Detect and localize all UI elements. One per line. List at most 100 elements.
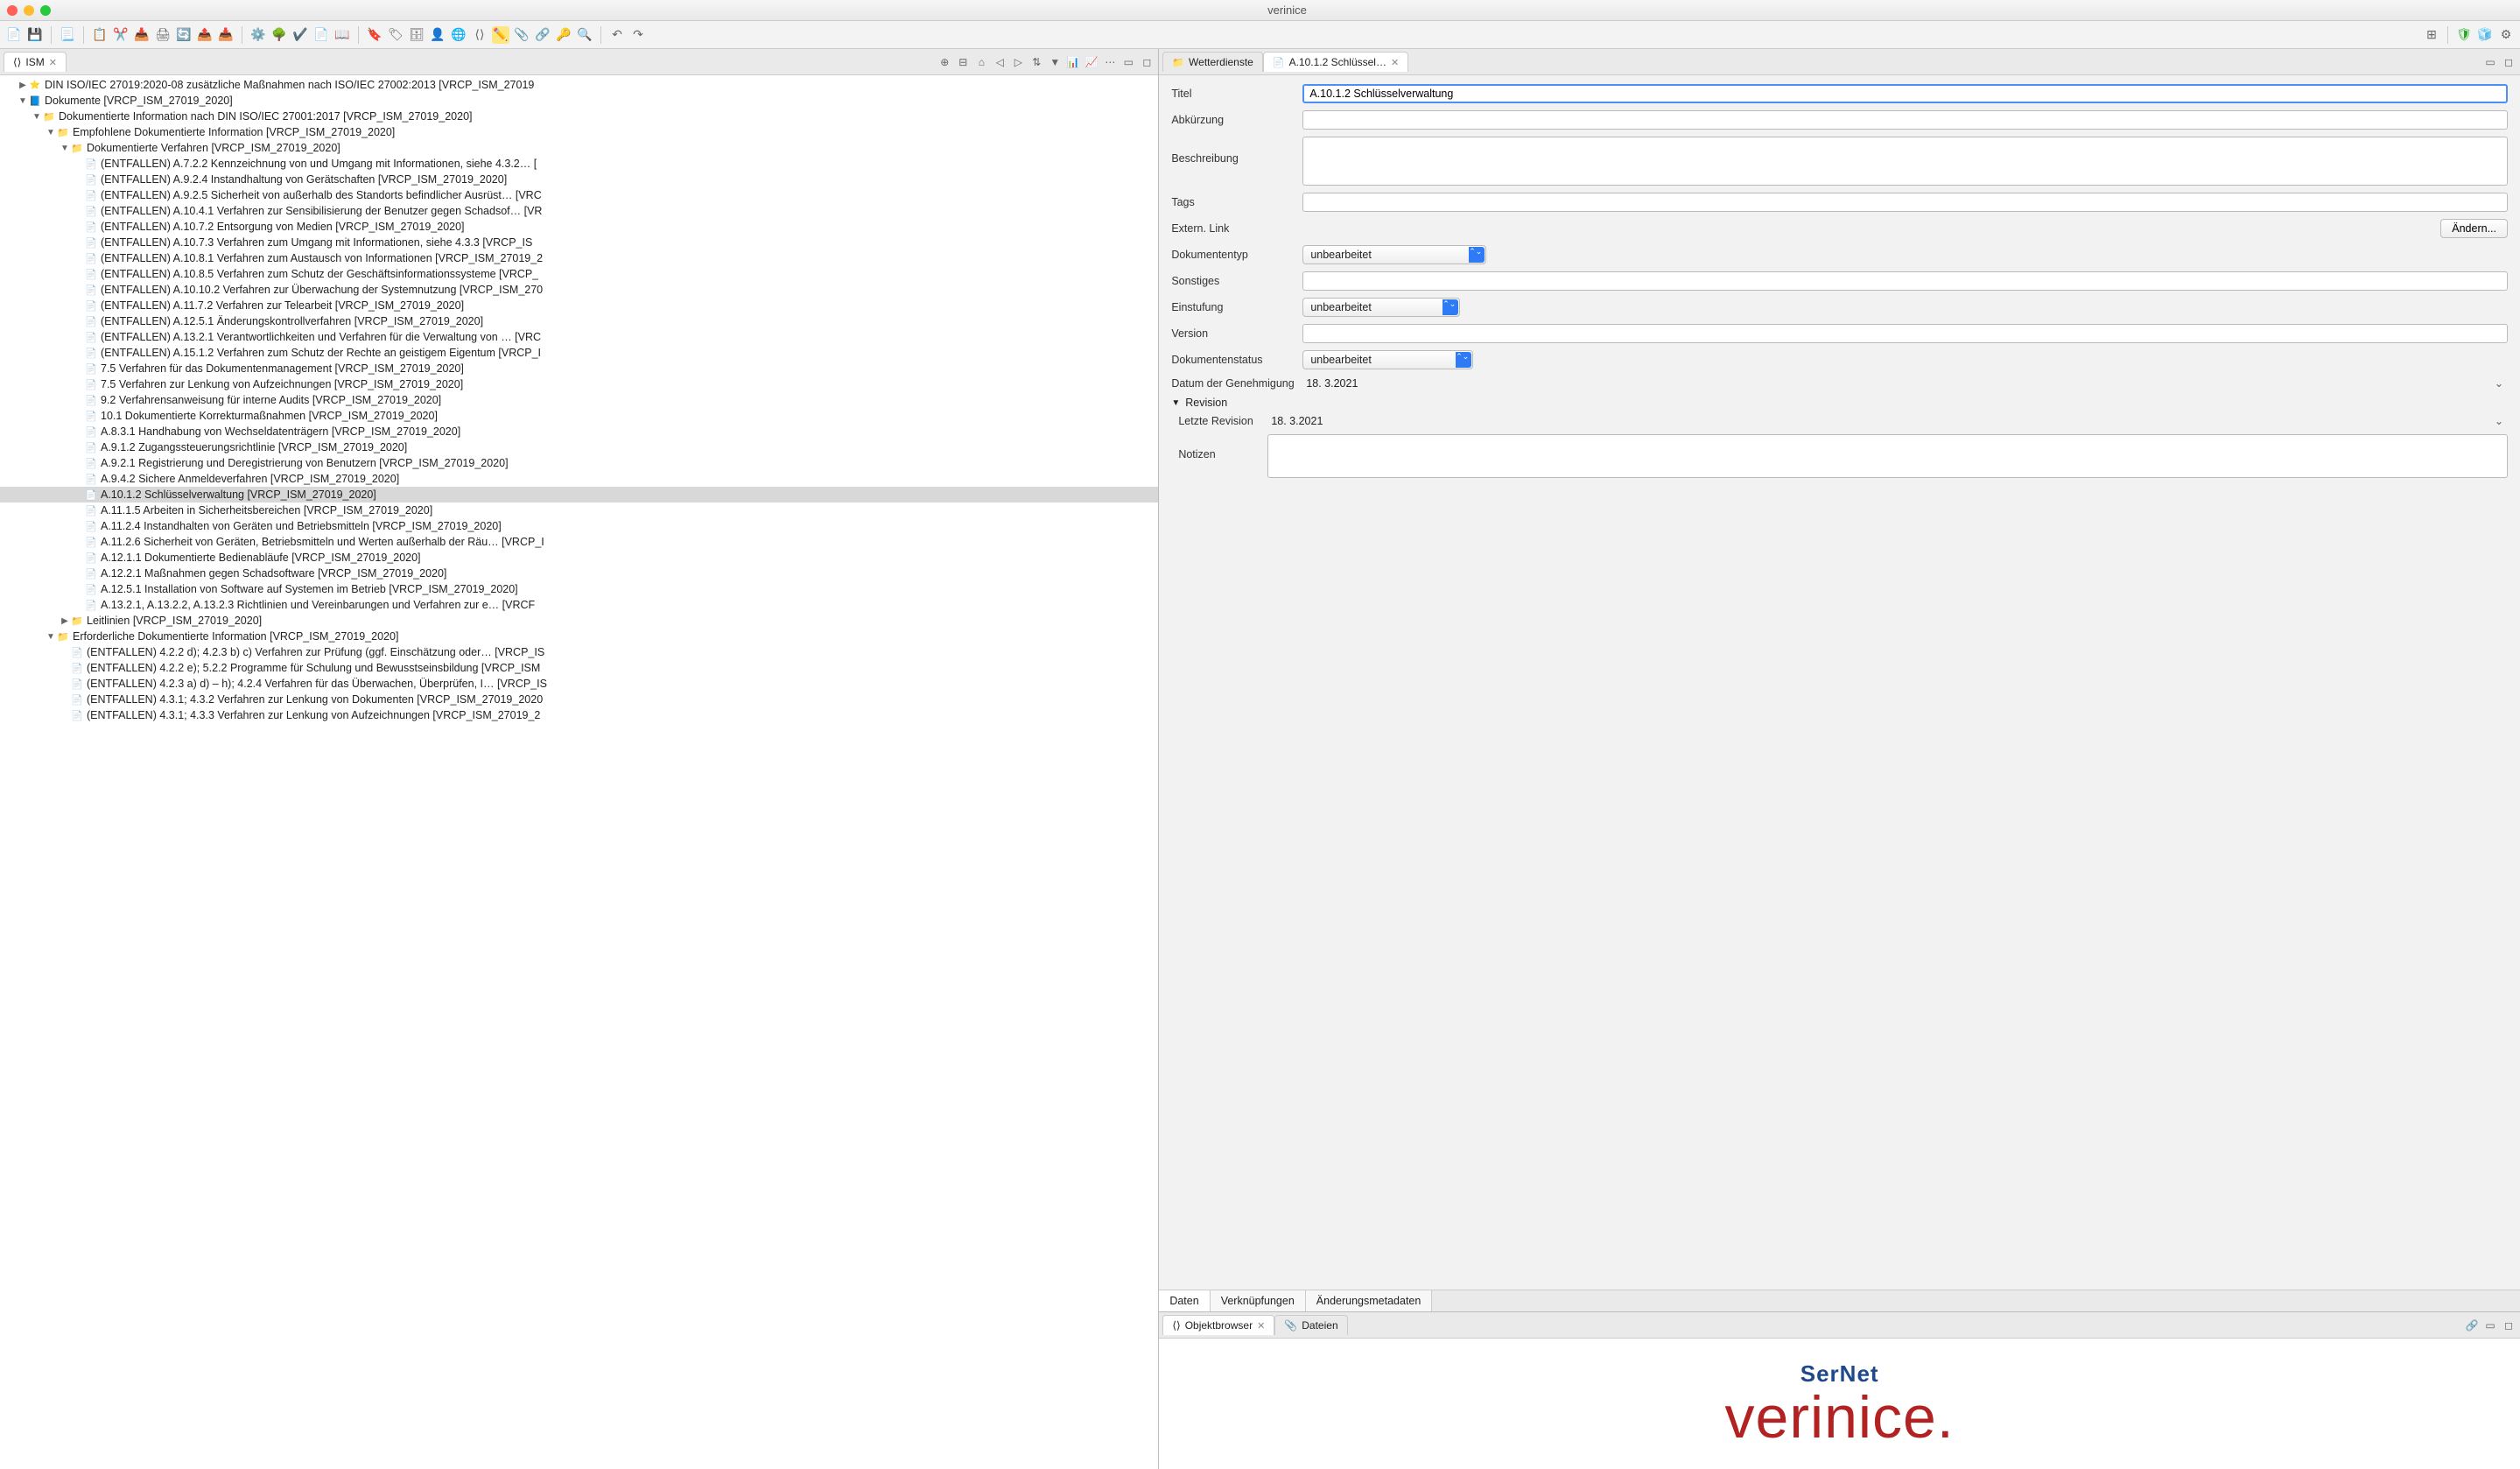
tree-row[interactable]: A.12.2.1 Maßnahmen gegen Schadsoftware […: [0, 566, 1158, 581]
tree-row[interactable]: (ENTFALLEN) A.11.7.2 Verfahren zur Telea…: [0, 298, 1158, 313]
maximize-editor-icon[interactable]: ◻: [2501, 54, 2516, 70]
select-einstufung[interactable]: unbearbeitet: [1302, 298, 1460, 317]
input-titel[interactable]: [1302, 84, 2508, 103]
twist-icon[interactable]: ▶: [60, 616, 70, 626]
section-revision[interactable]: ▼ Revision: [1171, 397, 2508, 409]
tree-row[interactable]: A.11.2.6 Sicherheit von Geräten, Betrieb…: [0, 534, 1158, 550]
value-letzte-revision[interactable]: 18. 3.2021: [1267, 415, 2490, 427]
book-icon[interactable]: 📖: [333, 26, 351, 44]
tree-row[interactable]: A.9.2.1 Registrierung und Deregistrierun…: [0, 455, 1158, 471]
settings2-icon[interactable]: ⚙: [2497, 26, 2515, 44]
button-aendern[interactable]: Ändern...: [2440, 219, 2508, 238]
filter-icon[interactable]: 🔖: [366, 26, 383, 44]
tree-row[interactable]: (ENTFALLEN) A.10.4.1 Verfahren zur Sensi…: [0, 203, 1158, 219]
tree-row[interactable]: A.8.3.1 Handhabung von Wechseldatenträge…: [0, 424, 1158, 439]
tree-icon[interactable]: 🌳: [270, 26, 288, 44]
check-icon[interactable]: ✔️: [291, 26, 309, 44]
tree-row[interactable]: (ENTFALLEN) A.10.8.5 Verfahren zum Schut…: [0, 266, 1158, 282]
twist-icon[interactable]: ▼: [46, 632, 56, 642]
new-icon[interactable]: 📄: [5, 26, 23, 44]
page-icon[interactable]: 📃: [59, 26, 76, 44]
date-dropdown-icon[interactable]: ⌄: [2490, 414, 2508, 427]
tree-row[interactable]: (ENTFALLEN) A.13.2.1 Verantwortlichkeite…: [0, 329, 1158, 345]
close-window-button[interactable]: [7, 5, 18, 16]
minimize-window-button[interactable]: [24, 5, 34, 16]
maximize-view-icon[interactable]: ◻: [1139, 54, 1155, 70]
sort-icon[interactable]: ⇅: [1028, 54, 1044, 70]
search-icon[interactable]: 🔍: [576, 26, 593, 44]
db-icon[interactable]: 🗄: [408, 26, 425, 44]
tree-row[interactable]: (ENTFALLEN) 4.3.1; 4.3.2 Verfahren zur L…: [0, 692, 1158, 707]
tree-row[interactable]: A.9.4.2 Sichere Anmeldeverfahren [VRCP_I…: [0, 471, 1158, 487]
export-icon[interactable]: 📤: [196, 26, 214, 44]
tree-row[interactable]: A.11.1.5 Arbeiten in Sicherheitsbereiche…: [0, 503, 1158, 518]
gear-icon[interactable]: ⚙️: [249, 26, 267, 44]
tree-row[interactable]: (ENTFALLEN) A.10.7.2 Entsorgung von Medi…: [0, 219, 1158, 235]
tree-row[interactable]: 7.5 Verfahren für das Dokumentenmanageme…: [0, 361, 1158, 376]
minimize-editor-icon[interactable]: ▭: [2482, 54, 2498, 70]
editor-tab-active[interactable]: A.10.1.2 Schlüssel… ✕: [1263, 52, 1408, 72]
twist-icon[interactable]: ▼: [18, 96, 28, 106]
shield-green-icon[interactable]: 🛡: [2455, 26, 2473, 44]
tree-row[interactable]: 9.2 Verfahrensanweisung für interne Audi…: [0, 392, 1158, 408]
tree-row[interactable]: (ENTFALLEN) 4.2.3 a) d) – h); 4.2.4 Verf…: [0, 676, 1158, 692]
tree-row[interactable]: (ENTFALLEN) 4.3.1; 4.3.3 Verfahren zur L…: [0, 707, 1158, 723]
cut-icon[interactable]: ✂️: [112, 26, 130, 44]
twist-icon[interactable]: ▼: [60, 144, 70, 153]
tree-row[interactable]: (ENTFALLEN) A.7.2.2 Kennzeichnung von un…: [0, 156, 1158, 172]
tree-row[interactable]: (ENTFALLEN) A.9.2.5 Sicherheit von außer…: [0, 187, 1158, 203]
tree-row[interactable]: (ENTFALLEN) A.10.8.1 Verfahren zum Austa…: [0, 250, 1158, 266]
import-icon[interactable]: 📥: [217, 26, 235, 44]
user-icon[interactable]: 👤: [429, 26, 446, 44]
collapse-icon[interactable]: ⊟: [955, 54, 971, 70]
close-tab-icon[interactable]: ✕: [1257, 1320, 1265, 1332]
tree-view[interactable]: ▶DIN ISO/IEC 27019:2020-08 zusätzliche M…: [0, 75, 1158, 1469]
link-toggle-icon[interactable]: 🔗: [2464, 1318, 2480, 1333]
save-icon[interactable]: 💾: [26, 26, 44, 44]
tree-row[interactable]: (ENTFALLEN) A.10.10.2 Verfahren zur Über…: [0, 282, 1158, 298]
input-abkuerzung[interactable]: [1302, 110, 2508, 130]
tree-row[interactable]: A.12.5.1 Installation von Software auf S…: [0, 581, 1158, 597]
value-datum-genehmigung[interactable]: 18. 3.2021: [1302, 377, 2490, 390]
redo-icon[interactable]: ↷: [629, 26, 647, 44]
tree-row[interactable]: ▶DIN ISO/IEC 27019:2020-08 zusätzliche M…: [0, 77, 1158, 93]
tree-row[interactable]: ▼Erforderliche Dokumentierte Information…: [0, 629, 1158, 644]
globe-icon[interactable]: 🌐: [450, 26, 467, 44]
detail-tab-verknuepfungen[interactable]: Verknüpfungen: [1211, 1290, 1306, 1311]
tree-row[interactable]: 7.5 Verfahren zur Lenkung von Aufzeichnu…: [0, 376, 1158, 392]
perspective-icon[interactable]: ⊞: [2423, 26, 2440, 44]
tab-objektbrowser[interactable]: ⟨⟩ Objektbrowser ✕: [1162, 1315, 1274, 1335]
link-icon[interactable]: 🔗: [534, 26, 551, 44]
chart-icon[interactable]: 📊: [1065, 54, 1081, 70]
date-dropdown-icon[interactable]: ⌄: [2490, 376, 2508, 390]
input-notizen[interactable]: [1267, 434, 2508, 478]
select-dokumententyp[interactable]: unbearbeitet: [1302, 245, 1486, 264]
select-dokumentenstatus[interactable]: unbearbeitet: [1302, 350, 1473, 369]
close-tab-icon[interactable]: ✕: [1391, 57, 1399, 68]
undo-icon[interactable]: ↶: [608, 26, 626, 44]
maximize-browser-icon[interactable]: ◻: [2501, 1318, 2516, 1333]
minimize-view-icon[interactable]: ▭: [1120, 54, 1136, 70]
input-version[interactable]: [1302, 324, 2508, 343]
twist-icon[interactable]: ▼: [46, 128, 56, 137]
tree-row[interactable]: ▼Dokumentierte Information nach DIN ISO/…: [0, 109, 1158, 124]
tree-row[interactable]: ▼Dokumentierte Verfahren [VRCP_ISM_27019…: [0, 140, 1158, 156]
cube-icon[interactable]: 🧊: [2476, 26, 2494, 44]
tree-row[interactable]: A.13.2.1, A.13.2.2, A.13.2.3 Richtlinien…: [0, 597, 1158, 613]
twist-icon[interactable]: ▶: [18, 81, 28, 90]
copy-icon[interactable]: 📋: [91, 26, 109, 44]
input-beschreibung[interactable]: [1302, 137, 2508, 186]
tree-row[interactable]: (ENTFALLEN) 4.2.2 d); 4.2.3 b) c) Verfah…: [0, 644, 1158, 660]
tag-icon[interactable]: 🏷: [387, 26, 404, 44]
close-tab-icon[interactable]: ✕: [49, 57, 57, 68]
key-icon[interactable]: 🔑: [555, 26, 572, 44]
tree-row[interactable]: A.10.1.2 Schlüsselverwaltung [VRCP_ISM_2…: [0, 487, 1158, 503]
edit-icon[interactable]: ✏️: [492, 26, 509, 44]
print-icon[interactable]: 🖨: [154, 26, 172, 44]
tree-row[interactable]: A.12.1.1 Dokumentierte Bedienabläufe [VR…: [0, 550, 1158, 566]
left-tab-ism[interactable]: ⟨⟩ ISM ✕: [4, 52, 67, 72]
editor-tab-wetterdienste[interactable]: Wetterdienste: [1162, 52, 1263, 72]
tree-row[interactable]: A.11.2.4 Instandhalten von Geräten und B…: [0, 518, 1158, 534]
input-tags[interactable]: [1302, 193, 2508, 212]
home-icon[interactable]: ⌂: [973, 54, 989, 70]
